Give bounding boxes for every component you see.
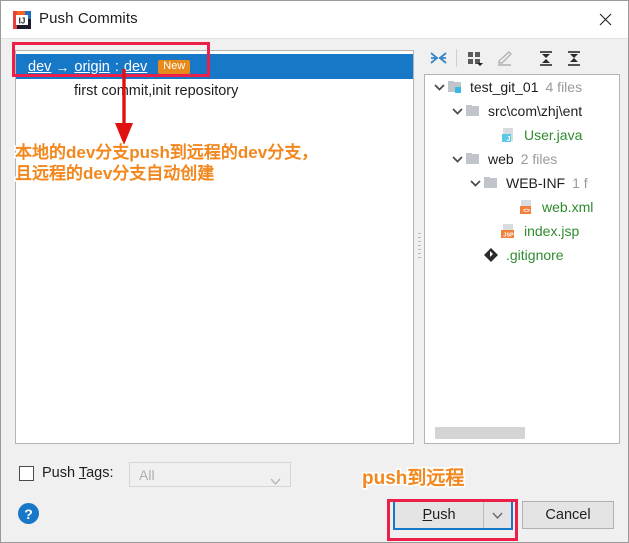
tree-toolbar [424,42,620,74]
push-tags-label-post: ags: [86,465,114,481]
edit-pencil-icon [490,45,518,71]
tree-node[interactable]: src\com\zhj\ent [425,99,619,123]
tree-node[interactable]: test_git_01 4 files [425,75,619,99]
separator-colon: : [114,58,119,75]
local-branch-label: dev [28,58,52,75]
tags-select-value: All [139,467,155,483]
push-commits-dialog: IJ Push Commits dev → origin : dev New f… [0,0,629,543]
chevron-down-icon[interactable] [449,155,465,163]
intellij-idea-icon: IJ [13,11,31,29]
toolbar-divider [456,49,457,67]
tree-node-label: src\com\zhj\ent [488,103,583,119]
expand-all-icon[interactable] [532,45,560,71]
remote-name-label[interactable]: origin [74,59,109,75]
folder-icon [465,151,483,167]
git-file-icon [483,247,501,263]
close-icon[interactable] [582,1,628,38]
status-badge: New [158,59,191,74]
push-split-button: Push [393,500,513,530]
dialog-content: dev → origin : dev New first commit,init… [1,39,628,457]
module-folder-icon [447,79,465,95]
group-by-icon[interactable] [462,45,490,71]
tree-node-count: 4 files [545,79,583,95]
arrow-right-icon: → [55,58,70,75]
svg-text:IJ: IJ [19,17,26,26]
svg-text:J: J [507,136,511,143]
tree-node[interactable]: <> web.xml [425,195,619,219]
tree-node-label: User.java [524,127,583,143]
folder-icon [465,103,483,119]
chevron-down-icon[interactable] [467,179,483,187]
tree-node[interactable]: JSP index.jsp [425,219,619,243]
jsp-file-icon: JSP [501,223,519,239]
chevron-down-icon[interactable] [431,83,447,91]
panel-splitter[interactable] [415,50,424,444]
push-tags-label-pre: Push [42,465,79,481]
dialog-footer: Push Tags: All ? Push Cancel [1,457,628,542]
tree-node[interactable]: WEB-INF 1 f [425,171,619,195]
java-file-icon: J [501,127,519,143]
title-bar: IJ Push Commits [1,1,628,39]
commits-list-panel: dev → origin : dev New first commit,init… [15,50,414,444]
tree-node-count: 2 files [520,151,558,167]
tree-node[interactable]: .gitignore [425,243,619,267]
folder-icon [483,175,501,191]
tree-node[interactable]: web 2 files [425,147,619,171]
tree-node-label: .gitignore [506,247,564,263]
push-mnemonic: P [422,507,433,523]
tree-node-label: index.jsp [524,223,580,239]
help-button[interactable]: ? [18,503,39,524]
tree-node[interactable]: J User.java [425,123,619,147]
file-tree-rows: test_git_01 4 files src\com\zhj\ent J User.j… [425,75,619,267]
tree-node-label: web [488,151,514,167]
push-label-post: ush [432,507,456,523]
chevron-down-icon[interactable] [449,107,465,115]
page-title: Push Commits [39,10,138,27]
tree-node-label: WEB-INF [506,175,566,191]
changed-files-panel: test_git_01 4 files src\com\zhj\ent J User.j… [424,42,620,444]
push-tags-label: Push Tags: [42,465,114,481]
file-tree[interactable]: test_git_01 4 files src\com\zhj\ent J User.j… [424,74,620,444]
push-target-row[interactable]: dev → origin : dev New [16,54,413,79]
horizontal-scrollbar[interactable] [435,427,525,439]
chevron-down-icon [492,506,503,524]
splitter-grip-icon [418,233,421,261]
commit-message-item[interactable]: first commit,init repository [74,83,238,99]
push-button[interactable]: Push [395,502,483,528]
push-tags-checkbox[interactable] [19,466,34,481]
tree-node-label: test_git_01 [470,79,539,95]
tree-node-label: web.xml [542,199,594,215]
xml-file-icon: <> [519,199,537,215]
svg-text:JSP: JSP [503,233,514,239]
push-tags-mnemonic: T [78,465,87,481]
chevron-down-icon [270,472,281,490]
svg-text:<>: <> [523,209,531,215]
collapse-diff-icon[interactable] [424,45,452,71]
collapse-all-icon[interactable] [560,45,588,71]
push-dropdown-button[interactable] [483,502,511,528]
remote-branch-label[interactable]: dev [124,59,147,75]
cancel-button[interactable]: Cancel [522,501,614,529]
tree-node-count: 1 f [572,175,588,191]
tags-select[interactable]: All [129,462,291,487]
